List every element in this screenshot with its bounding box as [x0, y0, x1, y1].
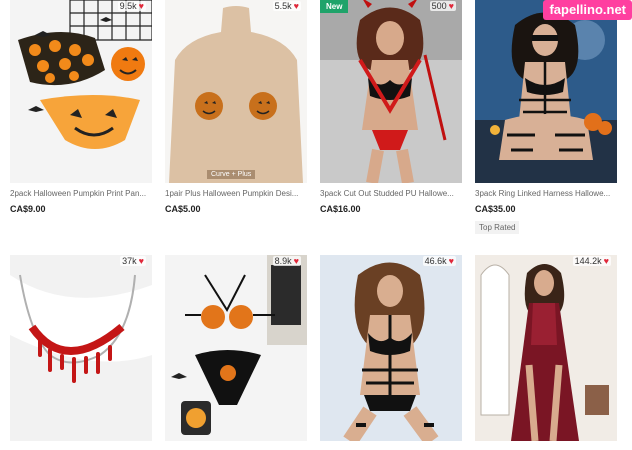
heart-icon[interactable]: ♥ [604, 256, 609, 266]
product-image[interactable]: Curve + Plus 5.5k ♥ [165, 0, 307, 183]
product-card[interactable]: 37k ♥ [10, 255, 152, 450]
product-image[interactable]: New 500 ♥ [320, 0, 462, 183]
likes-count: 9.5k ♥ [117, 0, 146, 11]
product-price: CA$35.00 [475, 204, 516, 214]
product-image[interactable]: 8.9k ♥ [165, 255, 307, 441]
product-card[interactable]: 8.9k ♥ [165, 255, 307, 450]
product-card[interactable]: 3pack Ring Linked Harness Hallowe... CA$… [475, 0, 617, 235]
likes-count: 8.9k ♥ [272, 255, 301, 266]
heart-icon[interactable]: ♥ [139, 256, 144, 266]
likes-count: 500 ♥ [429, 0, 456, 11]
product-title[interactable]: 3pack Cut Out Studded PU Hallowe... [320, 189, 462, 198]
heart-icon[interactable]: ♥ [449, 256, 454, 266]
new-badge: New [320, 0, 349, 13]
size-badge: Curve + Plus [207, 170, 256, 179]
product-price: CA$9.00 [10, 204, 46, 214]
heart-icon[interactable]: ♥ [294, 256, 299, 266]
likes-count: 144.2k ♥ [572, 255, 611, 266]
product-card[interactable]: New 500 ♥ 3pack Cut Out Studded PU Hallow… [320, 0, 462, 230]
likes-count: 37k ♥ [120, 255, 146, 266]
heart-icon[interactable]: ♥ [449, 1, 454, 11]
product-price: CA$16.00 [320, 204, 361, 214]
product-image[interactable]: 46.6k ♥ [320, 255, 462, 441]
product-image[interactable]: 37k ♥ [10, 255, 152, 441]
heart-icon[interactable]: ♥ [139, 1, 144, 11]
product-card[interactable]: 144.2k ♥ [475, 255, 617, 450]
product-title[interactable]: 2pack Halloween Pumpkin Print Pan... [10, 189, 152, 198]
product-title[interactable]: 3pack Ring Linked Harness Hallowe... [475, 189, 617, 198]
top-rated-tag: Top Rated [475, 221, 520, 234]
product-card[interactable]: 46.6k ♥ [320, 255, 462, 450]
product-grid: 9.5k ♥ 2pack Halloween Pumpkin Print Pan.… [0, 0, 632, 450]
heart-icon[interactable]: ♥ [294, 1, 299, 11]
product-card[interactable]: Curve + Plus 5.5k ♥ 1pair Plus Halloween … [165, 0, 307, 230]
product-title[interactable]: 1pair Plus Halloween Pumpkin Desi... [165, 189, 307, 198]
watermark: fapellino.net [543, 0, 632, 20]
product-price: CA$5.00 [165, 204, 201, 214]
likes-count: 46.6k ♥ [422, 255, 456, 266]
product-image[interactable] [475, 0, 617, 183]
product-card[interactable]: 9.5k ♥ 2pack Halloween Pumpkin Print Pan.… [10, 0, 152, 230]
likes-count: 5.5k ♥ [272, 0, 301, 11]
product-image[interactable]: 9.5k ♥ [10, 0, 152, 183]
product-image[interactable]: 144.2k ♥ [475, 255, 617, 441]
